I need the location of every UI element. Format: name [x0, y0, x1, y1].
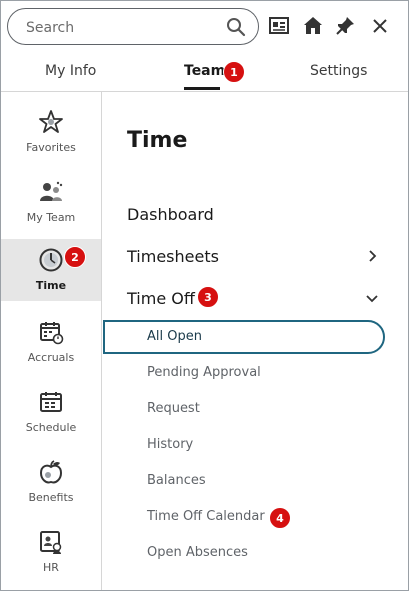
- rail-item-favorites[interactable]: Favorites: [1, 105, 101, 167]
- rail-item-schedule[interactable]: Schedule: [1, 385, 101, 447]
- rail-item-benefits[interactable]: Benefits: [1, 455, 101, 517]
- pin-icon[interactable]: [333, 14, 357, 38]
- callout-badge: 4: [269, 507, 291, 529]
- callout-badge: 3: [197, 286, 219, 308]
- menu-item-dashboard[interactable]: Dashboard: [127, 205, 214, 224]
- rail-item-label: Favorites: [26, 141, 76, 154]
- tab-team[interactable]: Team: [184, 63, 225, 79]
- home-icon[interactable]: [301, 14, 325, 38]
- left-rail: Favorites My Team Time Accruals Schedule…: [1, 92, 102, 590]
- tab-my-info[interactable]: My Info: [45, 63, 96, 79]
- submenu-item-label: All Open: [147, 329, 202, 344]
- top-tabs: My Info Team Settings: [1, 53, 408, 92]
- team-icon: [40, 181, 63, 201]
- rail-item-label: Benefits: [28, 491, 74, 504]
- submenu-item-pending-approval[interactable]: Pending Approval: [147, 365, 261, 380]
- submenu-item-balances[interactable]: Balances: [147, 473, 206, 488]
- rail-item-label: My Team: [26, 211, 76, 224]
- rail-item-accruals[interactable]: Accruals: [1, 315, 101, 377]
- rail-item-hr[interactable]: HR: [1, 525, 101, 587]
- star-icon: [39, 110, 63, 133]
- accruals-calendar-icon: [40, 322, 64, 345]
- rail-item-label: Accruals: [27, 351, 75, 364]
- callout-badge: 2: [64, 246, 86, 268]
- callout-badge: 1: [223, 61, 245, 83]
- submenu-item-request[interactable]: Request: [147, 401, 200, 416]
- tab-settings[interactable]: Settings: [310, 63, 367, 79]
- clock-icon: [39, 248, 63, 272]
- rail-item-my-team[interactable]: My Team: [1, 175, 101, 237]
- rail-item-time[interactable]: Time: [1, 239, 101, 301]
- search-icon[interactable]: [226, 17, 246, 37]
- menu-item-timesheets[interactable]: Timesheets: [127, 247, 219, 266]
- submenu-item-time-off-calendar[interactable]: Time Off Calendar: [147, 509, 265, 524]
- submenu-item-history[interactable]: History: [147, 437, 193, 452]
- apple-icon: [39, 460, 63, 484]
- submenu-item-open-absences[interactable]: Open Absences: [147, 545, 248, 560]
- close-icon[interactable]: [368, 14, 392, 38]
- rail-item-label: Schedule: [25, 421, 77, 434]
- rail-item-label: HR: [43, 561, 59, 574]
- menu-item-time-off[interactable]: Time Off: [127, 289, 195, 308]
- chevron-down-icon[interactable]: [365, 291, 379, 305]
- rail-item-label: Time: [35, 279, 67, 292]
- submenu-item-all-open[interactable]: All Open: [103, 320, 385, 354]
- schedule-calendar-icon: [40, 392, 62, 412]
- chevron-right-icon[interactable]: [365, 249, 379, 263]
- preview-icon[interactable]: [267, 14, 291, 38]
- search-box[interactable]: [7, 8, 259, 45]
- search-input[interactable]: [24, 17, 218, 39]
- page-title: Time: [127, 128, 188, 153]
- active-tab-indicator: [184, 87, 220, 90]
- hr-icon: [40, 531, 62, 554]
- app-window: My Info Team Settings 1 Favorites My Tea…: [0, 0, 409, 591]
